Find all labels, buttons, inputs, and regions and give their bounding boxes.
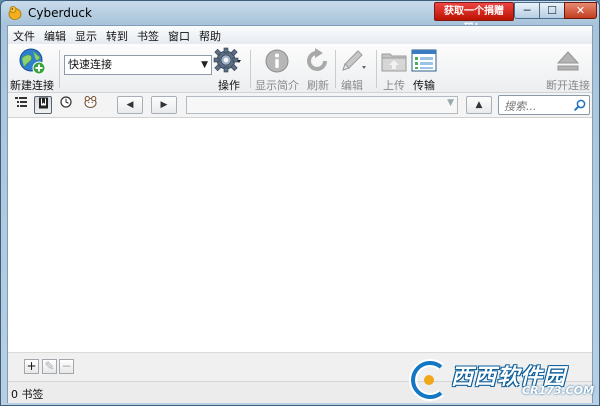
duck-logo-icon — [8, 6, 22, 20]
watermark-logo-icon — [409, 359, 444, 401]
edit-bookmark-button[interactable]: ✎ — [42, 359, 57, 374]
refresh-icon — [307, 48, 327, 71]
action-button[interactable]: 操作 — [212, 44, 246, 92]
minimize-button[interactable]: ─ — [514, 2, 540, 19]
disconnect-label: 断开连接 — [546, 79, 590, 92]
refresh-label: 刷新 — [307, 79, 329, 92]
eject-icon — [556, 51, 580, 71]
menu-edit[interactable]: 编辑 — [44, 28, 66, 44]
bookmark-count: 0 书签 — [11, 388, 44, 401]
dropdown-arrow-icon: ▼ — [447, 98, 454, 108]
pencil-icon — [342, 50, 366, 71]
close-button[interactable]: ✕ — [564, 2, 597, 19]
info-icon — [265, 49, 289, 73]
disconnect-button[interactable]: 断开连接 — [544, 44, 592, 92]
upload-button[interactable]: 上传 — [379, 44, 409, 92]
transfers-window-icon — [411, 49, 437, 72]
toolbar-separator — [59, 50, 60, 88]
toolbar-separator — [376, 50, 377, 88]
donation-key-button[interactable]: 获取一个捐赠码！ — [434, 2, 514, 34]
menu-file[interactable]: 文件 — [13, 28, 35, 44]
menu-bookmarks[interactable]: 书签 — [137, 28, 159, 44]
parent-directory-button[interactable]: ▲ — [466, 96, 492, 114]
menu-view[interactable]: 显示 — [75, 28, 97, 44]
menu-window[interactable]: 窗口 — [168, 28, 190, 44]
bookmarks-view-button[interactable] — [34, 96, 52, 114]
get-info-button[interactable]: 显示简介 — [254, 44, 300, 92]
globe-add-icon — [19, 48, 46, 75]
search-icon — [574, 99, 586, 111]
toolbar: 新建连接 快速连接 ▼ 操作 显示简介 刷新 编辑 上传 传输 断开连接 — [8, 44, 592, 93]
navigation-bar: ◀ ▶ ▼ ▲ — [8, 93, 592, 118]
upload-label: 上传 — [383, 79, 405, 92]
client-area: 文件 编辑 显示 转到 书签 窗口 帮助 新建连接 快速连接 ▼ 操作 显示简介… — [7, 25, 593, 403]
menu-go[interactable]: 转到 — [106, 28, 128, 44]
toolbar-separator — [250, 50, 251, 88]
folder-upload-icon — [381, 53, 407, 72]
add-bookmark-button[interactable]: + — [24, 359, 39, 374]
refresh-button[interactable]: 刷新 — [302, 44, 334, 92]
menu-help[interactable]: 帮助 — [199, 28, 221, 44]
search-box[interactable] — [498, 95, 590, 115]
app-window: Cyberduck 获取一个捐赠码！ ─ ☐ ✕ 文件 编辑 显示 转到 书签 … — [0, 0, 600, 406]
site-watermark: 西西软件园 CR173.COM — [407, 357, 597, 403]
history-view-button[interactable] — [57, 96, 75, 114]
watermark-url: CR173.COM — [522, 384, 595, 397]
maximize-button[interactable]: ☐ — [539, 2, 565, 19]
new-connection-button[interactable]: 新建连接 — [8, 44, 56, 92]
transfers-button[interactable]: 传输 — [410, 44, 438, 92]
path-select[interactable]: ▼ — [186, 96, 458, 114]
back-button[interactable]: ◀ — [117, 96, 143, 114]
get-info-label: 显示简介 — [255, 79, 299, 92]
edit-label: 编辑 — [341, 79, 363, 92]
action-label: 操作 — [218, 79, 240, 92]
transfers-label: 传输 — [413, 79, 435, 92]
bonjour-view-button[interactable] — [81, 95, 99, 114]
dropdown-arrow-icon: ▼ — [201, 60, 208, 70]
edit-button[interactable]: 编辑 — [337, 44, 373, 92]
new-connection-label: 新建连接 — [10, 79, 54, 92]
window-title: Cyberduck — [28, 6, 92, 20]
outline-view-icon — [15, 97, 27, 107]
menu-bar: 文件 编辑 显示 转到 书签 窗口 帮助 — [8, 26, 592, 44]
quick-connect-select[interactable]: 快速连接 ▼ — [64, 55, 212, 75]
browser-view-button[interactable] — [12, 96, 30, 114]
clock-icon — [60, 96, 72, 108]
gear-icon — [213, 47, 241, 73]
bookmark-list[interactable] — [8, 118, 592, 352]
bookmark-book-icon — [38, 97, 48, 109]
search-input[interactable] — [502, 97, 576, 115]
title-bar: Cyberduck 获取一个捐赠码！ ─ ☐ ✕ — [1, 1, 599, 34]
quick-connect-value: 快速连接 — [68, 58, 112, 71]
bonjour-icon — [83, 95, 97, 109]
forward-button[interactable]: ▶ — [151, 96, 177, 114]
delete-bookmark-button[interactable]: − — [59, 359, 74, 374]
